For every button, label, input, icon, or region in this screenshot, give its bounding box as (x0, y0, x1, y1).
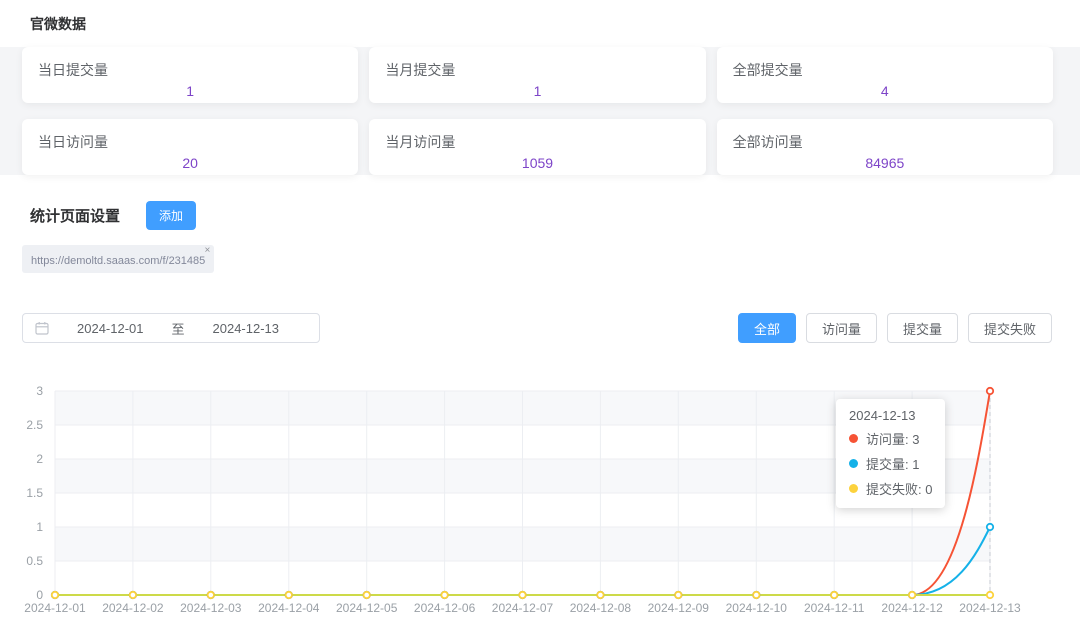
stats-page-settings-section: 统计页面设置 添加 https://demoltd.saaas.com/f/23… (0, 201, 1080, 273)
page-root: 官微数据 当日提交量 1 当月提交量 1 全部提交量 4 当日访问量 20 (0, 0, 1080, 623)
stats-grid-background: 当日提交量 1 当月提交量 1 全部提交量 4 当日访问量 20 当月访问量 (0, 47, 1080, 175)
date-range-separator: 至 (172, 319, 185, 338)
tooltip-series-text: 提交失败: 0 (866, 479, 932, 498)
svg-text:2024-12-07: 2024-12-07 (492, 601, 554, 615)
tooltip-series-text: 访问量: 3 (866, 429, 919, 448)
tooltip-series-dot (849, 434, 858, 443)
stats-grid: 当日提交量 1 当月提交量 1 全部提交量 4 当日访问量 20 当月访问量 (22, 47, 1053, 175)
date-end-value: 2024-12-13 (185, 321, 308, 336)
tooltip-series-text: 提交量: 1 (866, 454, 919, 473)
svg-text:2.5: 2.5 (26, 418, 43, 432)
stat-card-label: 当日访问量 (38, 132, 342, 152)
svg-text:2024-12-01: 2024-12-01 (24, 601, 86, 615)
calendar-icon (35, 321, 49, 335)
svg-text:2024-12-08: 2024-12-08 (570, 601, 632, 615)
stat-card-value: 4 (733, 83, 1037, 99)
chart-section: 0 0.5 1 1.5 2 2.5 3 2024-12-01 2024-12-02 2024-12… (0, 377, 1080, 623)
series-filter-group: 全部 访问量 提交量 提交失败 (738, 313, 1052, 343)
svg-text:2024-12-05: 2024-12-05 (336, 601, 398, 615)
add-button[interactable]: 添加 (146, 201, 196, 230)
stat-card-value: 1059 (385, 155, 689, 171)
tooltip-row: 提交失败: 0 (849, 479, 932, 498)
svg-text:0: 0 (36, 588, 43, 602)
tooltip-date: 2024-12-13 (849, 408, 932, 423)
tracked-url-tag: https://demoltd.saaas.com/f/231485 × (22, 245, 214, 273)
stat-card-label: 当月访问量 (385, 132, 689, 152)
settings-header: 统计页面设置 添加 (30, 201, 1080, 230)
stat-card-total-visits: 全部访问量 84965 (717, 119, 1053, 175)
chart-toolbar: 2024-12-01 至 2024-12-13 全部 访问量 提交量 提交失败 (0, 313, 1080, 343)
stat-card-value: 84965 (733, 155, 1037, 171)
stat-card-daily-submissions: 当日提交量 1 (22, 47, 358, 103)
svg-text:2024-12-06: 2024-12-06 (414, 601, 476, 615)
chart-tooltip: 2024-12-13 访问量: 3 提交量: 1 提交失败: 0 (836, 399, 945, 508)
stat-card-value: 20 (38, 155, 342, 171)
stat-card-value: 1 (38, 83, 342, 99)
filter-submissions-button[interactable]: 提交量 (887, 313, 958, 343)
svg-text:2024-12-12: 2024-12-12 (881, 601, 943, 615)
svg-text:2024-12-03: 2024-12-03 (180, 601, 242, 615)
stat-card-total-submissions: 全部提交量 4 (717, 47, 1053, 103)
stat-card-label: 当月提交量 (385, 60, 689, 80)
stat-card-label: 全部访问量 (733, 132, 1037, 152)
svg-text:1.5: 1.5 (26, 486, 43, 500)
settings-title: 统计页面设置 (30, 205, 120, 226)
close-icon[interactable]: × (204, 246, 210, 256)
stat-card-monthly-submissions: 当月提交量 1 (369, 47, 705, 103)
stat-card-label: 全部提交量 (733, 60, 1037, 80)
stat-card-label: 当日提交量 (38, 60, 342, 80)
svg-text:0.5: 0.5 (26, 554, 43, 568)
stats-section: 官微数据 当日提交量 1 当月提交量 1 全部提交量 4 当日访问量 20 (0, 14, 1080, 175)
stat-card-monthly-visits: 当月访问量 1059 (369, 119, 705, 175)
date-range-picker[interactable]: 2024-12-01 至 2024-12-13 (22, 313, 320, 343)
date-start-value: 2024-12-01 (49, 321, 172, 336)
page-title: 官微数据 (0, 14, 1080, 34)
stat-card-daily-visits: 当日访问量 20 (22, 119, 358, 175)
svg-text:2024-12-11: 2024-12-11 (804, 601, 865, 615)
svg-text:2024-12-04: 2024-12-04 (258, 601, 320, 615)
svg-text:3: 3 (36, 384, 43, 398)
stat-card-value: 1 (385, 83, 689, 99)
svg-text:2: 2 (36, 452, 43, 466)
svg-text:2024-12-13: 2024-12-13 (959, 601, 1021, 615)
tooltip-series-dot (849, 459, 858, 468)
tooltip-series-dot (849, 484, 858, 493)
svg-text:2024-12-02: 2024-12-02 (102, 601, 164, 615)
filter-all-button[interactable]: 全部 (738, 313, 796, 343)
tooltip-row: 访问量: 3 (849, 429, 932, 448)
filter-visits-button[interactable]: 访问量 (806, 313, 877, 343)
svg-text:1: 1 (36, 520, 43, 534)
tooltip-row: 提交量: 1 (849, 454, 932, 473)
tracked-url-text: https://demoltd.saaas.com/f/231485 (31, 255, 205, 267)
svg-text:2024-12-10: 2024-12-10 (726, 601, 788, 615)
filter-failures-button[interactable]: 提交失败 (968, 313, 1052, 343)
svg-text:2024-12-09: 2024-12-09 (648, 601, 710, 615)
